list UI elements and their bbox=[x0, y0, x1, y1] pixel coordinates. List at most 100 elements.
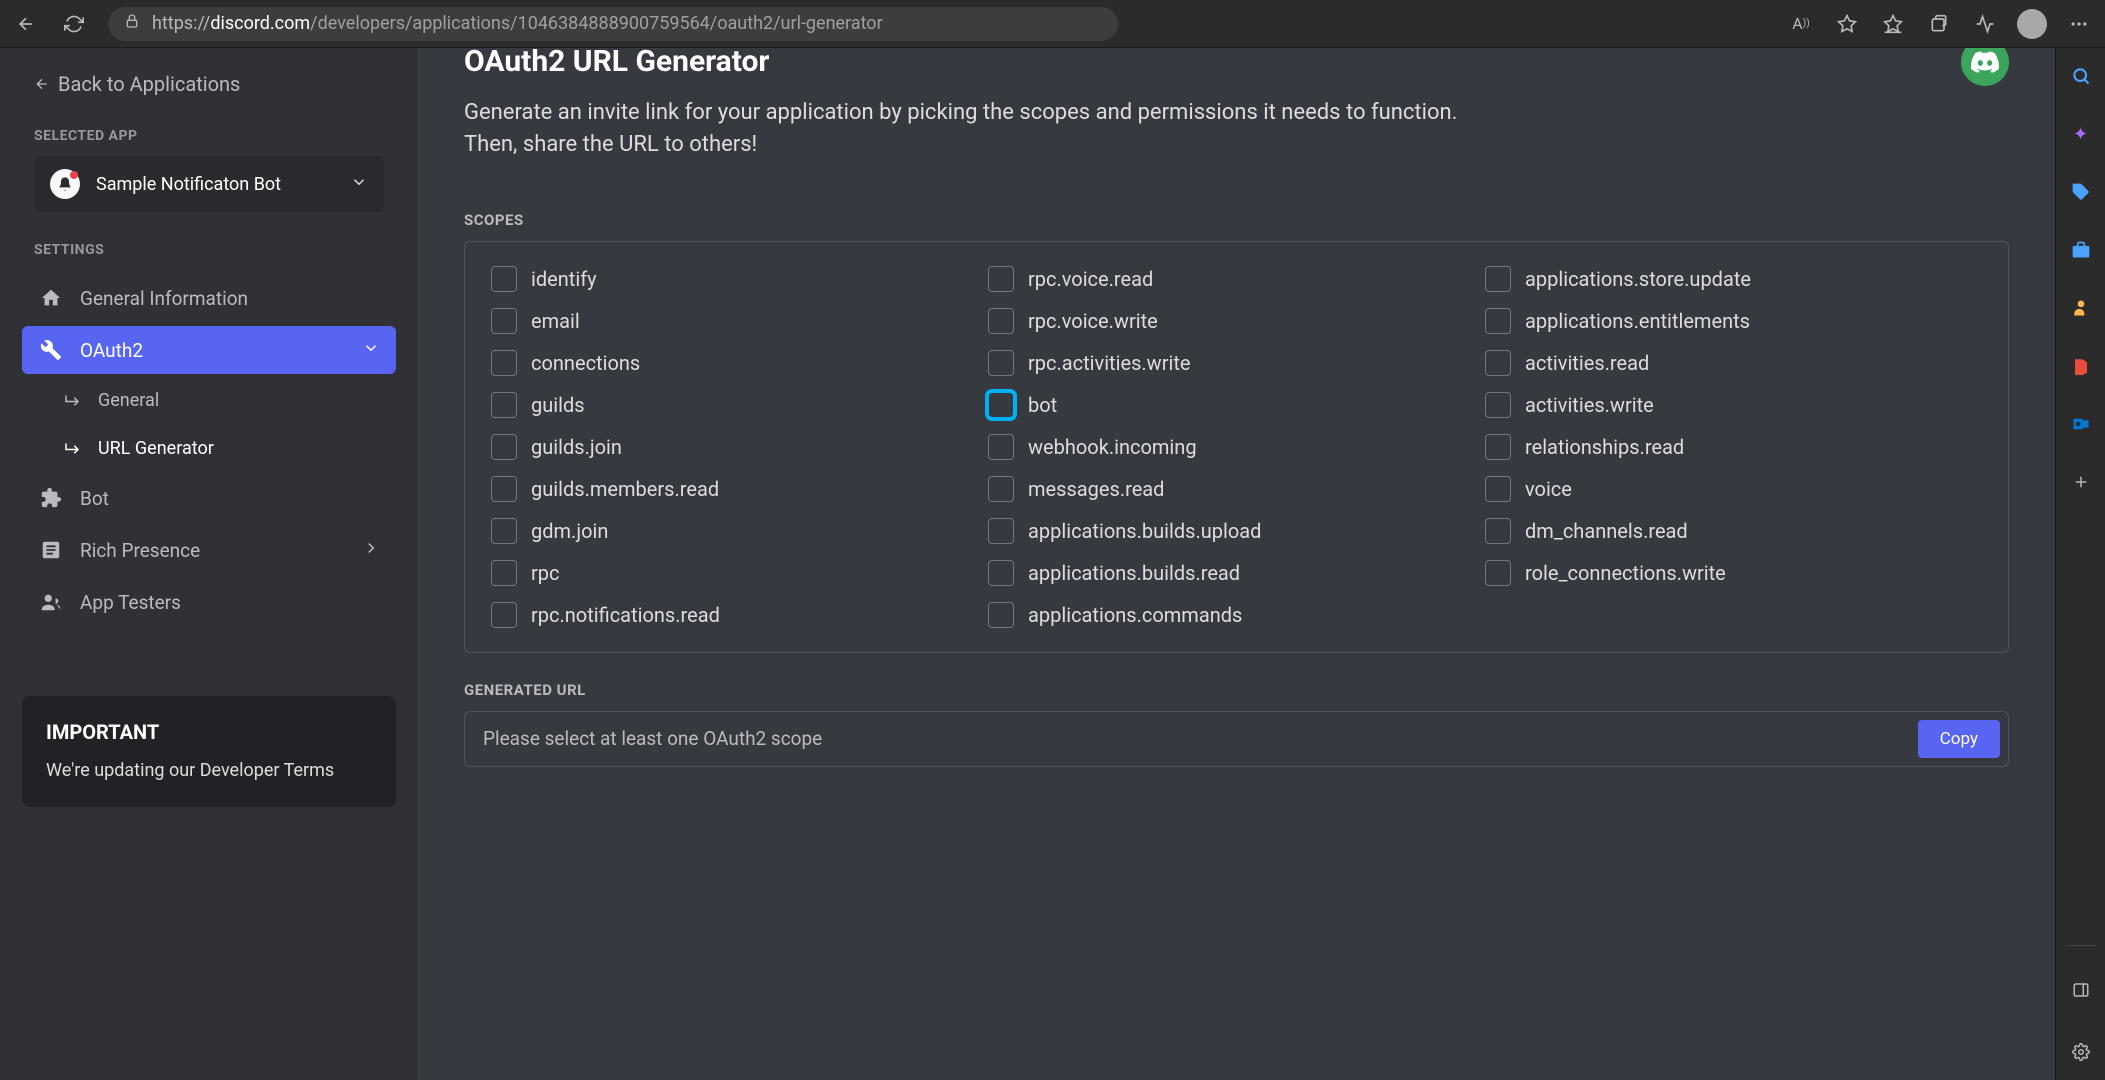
heartbeat-icon[interactable] bbox=[1971, 10, 1999, 38]
scope-guilds[interactable]: guilds bbox=[491, 392, 988, 418]
subnav-oauth2-urlgenerator[interactable]: URL Generator bbox=[22, 426, 396, 470]
checkbox-icon[interactable] bbox=[988, 602, 1014, 628]
subnav-label: General bbox=[98, 390, 159, 411]
checkbox-icon[interactable] bbox=[1485, 266, 1511, 292]
scope-applications-entitlements[interactable]: applications.entitlements bbox=[1485, 308, 1982, 334]
scope-role_connections-write[interactable]: role_connections.write bbox=[1485, 560, 1982, 586]
scope-dm_channels-read[interactable]: dm_channels.read bbox=[1485, 518, 1982, 544]
scope-relationships-read[interactable]: relationships.read bbox=[1485, 434, 1982, 460]
nav-general-information[interactable]: General Information bbox=[22, 274, 396, 322]
scope-label: gdm.join bbox=[531, 519, 608, 543]
app-selector-dropdown[interactable]: Sample Notificaton Bot bbox=[34, 156, 384, 212]
scope-identify[interactable]: identify bbox=[491, 266, 988, 292]
scope-webhook-incoming[interactable]: webhook.incoming bbox=[988, 434, 1485, 460]
back-to-applications-link[interactable]: Back to Applications bbox=[0, 48, 418, 116]
settings-gear-icon[interactable] bbox=[2067, 1038, 2095, 1066]
nav-oauth2[interactable]: OAuth2 bbox=[22, 326, 396, 374]
url-bar[interactable]: https://discord.com/developers/applicati… bbox=[108, 7, 1118, 41]
nav-label: General Information bbox=[80, 287, 248, 310]
collections-icon[interactable] bbox=[1925, 10, 1953, 38]
checkbox-icon[interactable] bbox=[491, 518, 517, 544]
toolbox-icon[interactable] bbox=[2067, 236, 2095, 264]
checkbox-icon[interactable] bbox=[988, 308, 1014, 334]
checkbox-icon[interactable] bbox=[491, 266, 517, 292]
scope-activities-write[interactable]: activities.write bbox=[1485, 392, 1982, 418]
scope-email[interactable]: email bbox=[491, 308, 988, 334]
office-icon[interactable] bbox=[2067, 352, 2095, 380]
plus-icon[interactable] bbox=[2067, 468, 2095, 496]
subnav-oauth2-general[interactable]: General bbox=[22, 378, 396, 422]
checkbox-icon[interactable] bbox=[1485, 434, 1511, 460]
scope-rpc-voice-write[interactable]: rpc.voice.write bbox=[988, 308, 1485, 334]
checkbox-icon[interactable] bbox=[988, 350, 1014, 376]
scope-rpc-voice-read[interactable]: rpc.voice.read bbox=[988, 266, 1485, 292]
scope-gdm-join[interactable]: gdm.join bbox=[491, 518, 988, 544]
scope-bot[interactable]: bot bbox=[988, 392, 1485, 418]
scope-guilds-members-read[interactable]: guilds.members.read bbox=[491, 476, 988, 502]
more-options-icon[interactable] bbox=[2065, 10, 2093, 38]
scopes-heading: SCOPES bbox=[464, 211, 2009, 229]
checkbox-icon[interactable] bbox=[1485, 392, 1511, 418]
checkbox-icon[interactable] bbox=[491, 560, 517, 586]
scope-label: rpc.notifications.read bbox=[531, 603, 720, 627]
scope-applications-builds-read[interactable]: applications.builds.read bbox=[988, 560, 1485, 586]
checkbox-icon[interactable] bbox=[1485, 308, 1511, 334]
scope-voice[interactable]: voice bbox=[1485, 476, 1982, 502]
discord-logo-badge[interactable] bbox=[1961, 48, 2009, 86]
generated-url-box: Please select at least one OAuth2 scope … bbox=[464, 711, 2009, 767]
checkbox-icon[interactable] bbox=[491, 308, 517, 334]
favorites-list-icon[interactable] bbox=[1879, 10, 1907, 38]
scope-applications-store-update[interactable]: applications.store.update bbox=[1485, 266, 1982, 292]
profile-avatar[interactable] bbox=[2017, 9, 2047, 39]
checkbox-icon[interactable] bbox=[491, 434, 517, 460]
checkbox-icon[interactable] bbox=[988, 392, 1014, 418]
back-link-label: Back to Applications bbox=[58, 72, 240, 96]
checkbox-icon[interactable] bbox=[491, 476, 517, 502]
lock-icon bbox=[124, 13, 140, 34]
read-aloud-icon[interactable]: A)) bbox=[1787, 10, 1815, 38]
back-button[interactable] bbox=[12, 10, 40, 38]
checkbox-icon[interactable] bbox=[1485, 518, 1511, 544]
scope-label: webhook.incoming bbox=[1028, 435, 1197, 459]
refresh-button[interactable] bbox=[60, 10, 88, 38]
nav-bot[interactable]: Bot bbox=[22, 474, 396, 522]
checkbox-icon[interactable] bbox=[988, 476, 1014, 502]
checkbox-icon[interactable] bbox=[988, 434, 1014, 460]
checkbox-icon[interactable] bbox=[491, 392, 517, 418]
scope-label: activities.read bbox=[1525, 351, 1649, 375]
search-icon[interactable] bbox=[2067, 62, 2095, 90]
people-icon[interactable] bbox=[2067, 294, 2095, 322]
scope-label: rpc.voice.read bbox=[1028, 267, 1153, 291]
checkbox-icon[interactable] bbox=[988, 266, 1014, 292]
chevron-down-icon bbox=[350, 173, 368, 195]
scope-connections[interactable]: connections bbox=[491, 350, 988, 376]
favorite-star-icon[interactable] bbox=[1833, 10, 1861, 38]
browser-toolbar: https://discord.com/developers/applicati… bbox=[0, 0, 2105, 48]
nav-app-testers[interactable]: App Testers bbox=[22, 578, 396, 626]
checkbox-icon[interactable] bbox=[491, 602, 517, 628]
checkbox-icon[interactable] bbox=[1485, 560, 1511, 586]
panel-icon[interactable] bbox=[2067, 976, 2095, 1004]
outlook-icon[interactable] bbox=[2067, 410, 2095, 438]
scope-applications-builds-upload[interactable]: applications.builds.upload bbox=[988, 518, 1485, 544]
checkbox-icon[interactable] bbox=[988, 560, 1014, 586]
tag-icon[interactable] bbox=[2067, 178, 2095, 206]
checkbox-icon[interactable] bbox=[1485, 476, 1511, 502]
scope-rpc-activities-write[interactable]: rpc.activities.write bbox=[988, 350, 1485, 376]
scope-label: role_connections.write bbox=[1525, 561, 1726, 585]
subnav-label: URL Generator bbox=[98, 438, 214, 459]
url-text: https://discord.com/developers/applicati… bbox=[152, 13, 883, 34]
scope-applications-commands[interactable]: applications.commands bbox=[988, 602, 1485, 628]
scope-rpc[interactable]: rpc bbox=[491, 560, 988, 586]
copy-button[interactable]: Copy bbox=[1918, 720, 2000, 758]
scope-activities-read[interactable]: activities.read bbox=[1485, 350, 1982, 376]
checkbox-icon[interactable] bbox=[988, 518, 1014, 544]
checkbox-icon[interactable] bbox=[1485, 350, 1511, 376]
subnav-arrow-icon bbox=[62, 391, 82, 409]
scope-messages-read[interactable]: messages.read bbox=[988, 476, 1485, 502]
nav-rich-presence[interactable]: Rich Presence bbox=[22, 526, 396, 574]
sparkle-icon[interactable]: ✦ bbox=[2067, 120, 2095, 148]
scope-rpc-notifications-read[interactable]: rpc.notifications.read bbox=[491, 602, 988, 628]
checkbox-icon[interactable] bbox=[491, 350, 517, 376]
scope-guilds-join[interactable]: guilds.join bbox=[491, 434, 988, 460]
